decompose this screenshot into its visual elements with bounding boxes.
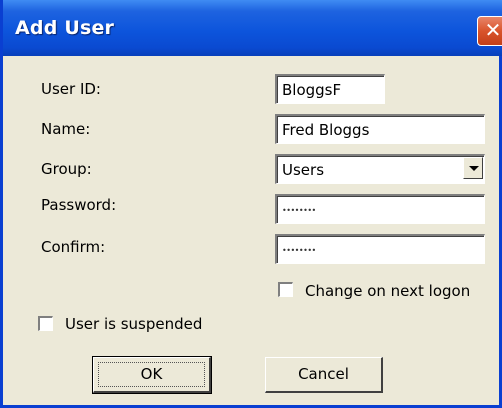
password-value: •••••••• <box>282 206 316 215</box>
user-id-field[interactable]: BloggsF <box>275 74 385 104</box>
cancel-button[interactable]: Cancel <box>265 357 383 393</box>
change-on-next-logon-label[interactable]: Change on next logon <box>305 282 470 300</box>
focus-ring <box>98 362 205 387</box>
user-id-value: BloggsF <box>282 81 342 99</box>
group-label: Group: <box>41 160 92 178</box>
ok-button[interactable]: OK <box>92 356 212 394</box>
change-on-next-logon-checkbox[interactable] <box>278 282 293 297</box>
name-value: Fred Bloggs <box>282 121 370 139</box>
confirm-field[interactable]: •••••••• <box>275 234 485 264</box>
window-title: Add User <box>15 17 115 39</box>
name-label: Name: <box>41 120 91 138</box>
group-select[interactable]: Users <box>275 154 485 184</box>
group-value: Users <box>282 161 325 179</box>
user-is-suspended-checkbox[interactable] <box>38 316 53 331</box>
confirm-label: Confirm: <box>41 238 106 256</box>
user-id-label: User ID: <box>41 80 101 98</box>
password-field[interactable]: •••••••• <box>275 194 485 224</box>
chevron-down-icon[interactable] <box>463 157 483 179</box>
close-icon: ✕ <box>484 18 502 42</box>
password-label: Password: <box>41 196 117 214</box>
add-user-dialog: Add User ✕ User ID: BloggsF Name: Fred B… <box>0 0 502 408</box>
name-field[interactable]: Fred Bloggs <box>275 114 485 144</box>
confirm-value: •••••••• <box>282 246 316 255</box>
user-is-suspended-label[interactable]: User is suspended <box>65 315 202 333</box>
title-bar[interactable]: Add User ✕ <box>3 0 502 56</box>
close-button[interactable]: ✕ <box>477 16 502 46</box>
cancel-button-label: Cancel <box>298 365 349 383</box>
